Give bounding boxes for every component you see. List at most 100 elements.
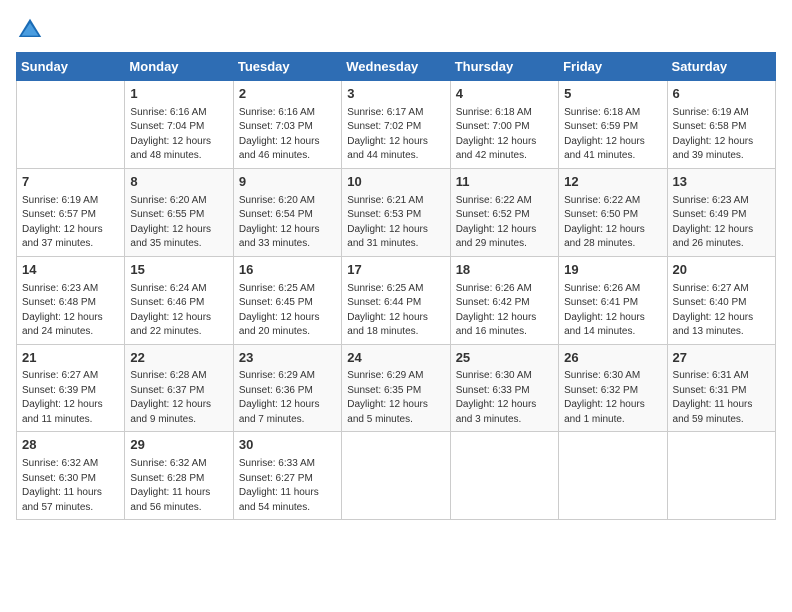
day-number: 10	[347, 173, 444, 192]
cell-content: Sunrise: 6:27 AM Sunset: 6:39 PM Dayligh…	[22, 369, 119, 427]
cell-content: Sunrise: 6:32 AM Sunset: 6:30 PM Dayligh…	[22, 457, 119, 515]
col-header-thursday: Thursday	[450, 53, 558, 81]
cell-content: Sunrise: 6:29 AM Sunset: 6:36 PM Dayligh…	[239, 369, 336, 427]
calendar-cell: 5Sunrise: 6:18 AM Sunset: 6:59 PM Daylig…	[559, 81, 667, 169]
calendar-cell	[17, 81, 125, 169]
cell-content: Sunrise: 6:22 AM Sunset: 6:52 PM Dayligh…	[456, 194, 553, 252]
cell-content: Sunrise: 6:28 AM Sunset: 6:37 PM Dayligh…	[130, 369, 227, 427]
day-number: 17	[347, 261, 444, 280]
day-number: 15	[130, 261, 227, 280]
day-number: 25	[456, 349, 553, 368]
cell-content: Sunrise: 6:21 AM Sunset: 6:53 PM Dayligh…	[347, 194, 444, 252]
day-number: 30	[239, 436, 336, 455]
cell-content: Sunrise: 6:19 AM Sunset: 6:57 PM Dayligh…	[22, 194, 119, 252]
cell-content: Sunrise: 6:29 AM Sunset: 6:35 PM Dayligh…	[347, 369, 444, 427]
calendar-cell: 11 Sunrise: 6:22 AM Sunset: 6:52 PM Dayli…	[450, 168, 558, 256]
cell-content: Sunrise: 6:23 AM Sunset: 6:48 PM Dayligh…	[22, 282, 119, 340]
logo	[16, 16, 48, 44]
day-number: 3	[347, 85, 444, 104]
col-header-tuesday: Tuesday	[233, 53, 341, 81]
day-number: 7	[22, 173, 119, 192]
calendar-cell: 18 Sunrise: 6:26 AM Sunset: 6:42 PM Dayli…	[450, 256, 558, 344]
day-number: 16	[239, 261, 336, 280]
day-number: 5	[564, 85, 661, 104]
cell-content: Sunrise: 6:22 AM Sunset: 6:50 PM Dayligh…	[564, 194, 661, 252]
day-number: 6	[673, 85, 770, 104]
day-number: 24	[347, 349, 444, 368]
day-number: 18	[456, 261, 553, 280]
calendar-cell: 12 Sunrise: 6:22 AM Sunset: 6:50 PM Dayli…	[559, 168, 667, 256]
cell-content: Sunrise: 6:18 AM Sunset: 7:00 PM Dayligh…	[456, 106, 553, 164]
calendar-cell: 28 Sunrise: 6:32 AM Sunset: 6:30 PM Dayli…	[17, 432, 125, 520]
day-number: 12	[564, 173, 661, 192]
day-number: 23	[239, 349, 336, 368]
calendar-cell: 2Sunrise: 6:16 AM Sunset: 7:03 PM Daylig…	[233, 81, 341, 169]
calendar-cell: 30 Sunrise: 6:33 AM Sunset: 6:27 PM Dayli…	[233, 432, 341, 520]
calendar-cell	[667, 432, 775, 520]
cell-content: Sunrise: 6:20 AM Sunset: 6:54 PM Dayligh…	[239, 194, 336, 252]
calendar-cell: 3 Sunrise: 6:17 AM Sunset: 7:02 PM Daylig…	[342, 81, 450, 169]
week-row-1: 1 Sunrise: 6:16 AM Sunset: 7:04 PM Daylig…	[17, 81, 776, 169]
calendar-cell: 21Sunrise: 6:27 AM Sunset: 6:39 PM Dayli…	[17, 344, 125, 432]
cell-content: Sunrise: 6:20 AM Sunset: 6:55 PM Dayligh…	[130, 194, 227, 252]
day-number: 8	[130, 173, 227, 192]
week-row-5: 28 Sunrise: 6:32 AM Sunset: 6:30 PM Dayli…	[17, 432, 776, 520]
cell-content: Sunrise: 6:24 AM Sunset: 6:46 PM Dayligh…	[130, 282, 227, 340]
calendar-cell: 4 Sunrise: 6:18 AM Sunset: 7:00 PM Daylig…	[450, 81, 558, 169]
day-number: 1	[130, 85, 227, 104]
calendar-cell: 6 Sunrise: 6:19 AM Sunset: 6:58 PM Daylig…	[667, 81, 775, 169]
calendar-cell: 20 Sunrise: 6:27 AM Sunset: 6:40 PM Dayli…	[667, 256, 775, 344]
day-number: 22	[130, 349, 227, 368]
calendar-cell: 22Sunrise: 6:28 AM Sunset: 6:37 PM Dayli…	[125, 344, 233, 432]
day-number: 9	[239, 173, 336, 192]
calendar-cell: 9 Sunrise: 6:20 AM Sunset: 6:54 PM Daylig…	[233, 168, 341, 256]
page-header	[16, 16, 776, 44]
calendar-cell: 29 Sunrise: 6:32 AM Sunset: 6:28 PM Dayli…	[125, 432, 233, 520]
calendar-cell: 10 Sunrise: 6:21 AM Sunset: 6:53 PM Dayli…	[342, 168, 450, 256]
calendar-cell: 14 Sunrise: 6:23 AM Sunset: 6:48 PM Dayli…	[17, 256, 125, 344]
calendar-table: SundayMondayTuesdayWednesdayThursdayFrid…	[16, 52, 776, 520]
col-header-friday: Friday	[559, 53, 667, 81]
day-number: 21	[22, 349, 119, 368]
cell-content: Sunrise: 6:25 AM Sunset: 6:45 PM Dayligh…	[239, 282, 336, 340]
day-number: 26	[564, 349, 661, 368]
calendar-cell: 13 Sunrise: 6:23 AM Sunset: 6:49 PM Dayli…	[667, 168, 775, 256]
day-number: 4	[456, 85, 553, 104]
cell-content: Sunrise: 6:26 AM Sunset: 6:41 PM Dayligh…	[564, 282, 661, 340]
calendar-cell: 15 Sunrise: 6:24 AM Sunset: 6:46 PM Dayli…	[125, 256, 233, 344]
cell-content: Sunrise: 6:30 AM Sunset: 6:32 PM Dayligh…	[564, 369, 661, 427]
week-row-2: 7 Sunrise: 6:19 AM Sunset: 6:57 PM Daylig…	[17, 168, 776, 256]
day-number: 14	[22, 261, 119, 280]
day-number: 20	[673, 261, 770, 280]
calendar-cell: 8 Sunrise: 6:20 AM Sunset: 6:55 PM Daylig…	[125, 168, 233, 256]
cell-content: Sunrise: 6:33 AM Sunset: 6:27 PM Dayligh…	[239, 457, 336, 515]
day-number: 11	[456, 173, 553, 192]
calendar-cell: 16 Sunrise: 6:25 AM Sunset: 6:45 PM Dayli…	[233, 256, 341, 344]
calendar-cell: 23Sunrise: 6:29 AM Sunset: 6:36 PM Dayli…	[233, 344, 341, 432]
cell-content: Sunrise: 6:23 AM Sunset: 6:49 PM Dayligh…	[673, 194, 770, 252]
day-number: 29	[130, 436, 227, 455]
day-number: 28	[22, 436, 119, 455]
col-header-saturday: Saturday	[667, 53, 775, 81]
cell-content: Sunrise: 6:16 AM Sunset: 7:04 PM Dayligh…	[130, 106, 227, 164]
calendar-cell: 27Sunrise: 6:31 AM Sunset: 6:31 PM Dayli…	[667, 344, 775, 432]
day-number: 27	[673, 349, 770, 368]
week-row-3: 14 Sunrise: 6:23 AM Sunset: 6:48 PM Dayli…	[17, 256, 776, 344]
col-header-wednesday: Wednesday	[342, 53, 450, 81]
calendar-cell: 25Sunrise: 6:30 AM Sunset: 6:33 PM Dayli…	[450, 344, 558, 432]
cell-content: Sunrise: 6:30 AM Sunset: 6:33 PM Dayligh…	[456, 369, 553, 427]
cell-content: Sunrise: 6:25 AM Sunset: 6:44 PM Dayligh…	[347, 282, 444, 340]
calendar-cell: 17 Sunrise: 6:25 AM Sunset: 6:44 PM Dayli…	[342, 256, 450, 344]
cell-content: Sunrise: 6:27 AM Sunset: 6:40 PM Dayligh…	[673, 282, 770, 340]
cell-content: Sunrise: 6:32 AM Sunset: 6:28 PM Dayligh…	[130, 457, 227, 515]
cell-content: Sunrise: 6:19 AM Sunset: 6:58 PM Dayligh…	[673, 106, 770, 164]
day-number: 2	[239, 85, 336, 104]
cell-content: Sunrise: 6:26 AM Sunset: 6:42 PM Dayligh…	[456, 282, 553, 340]
calendar-cell: 7 Sunrise: 6:19 AM Sunset: 6:57 PM Daylig…	[17, 168, 125, 256]
day-number: 19	[564, 261, 661, 280]
cell-content: Sunrise: 6:17 AM Sunset: 7:02 PM Dayligh…	[347, 106, 444, 164]
calendar-cell: 1 Sunrise: 6:16 AM Sunset: 7:04 PM Daylig…	[125, 81, 233, 169]
col-header-sunday: Sunday	[17, 53, 125, 81]
day-number: 13	[673, 173, 770, 192]
cell-content: Sunrise: 6:31 AM Sunset: 6:31 PM Dayligh…	[673, 369, 770, 427]
